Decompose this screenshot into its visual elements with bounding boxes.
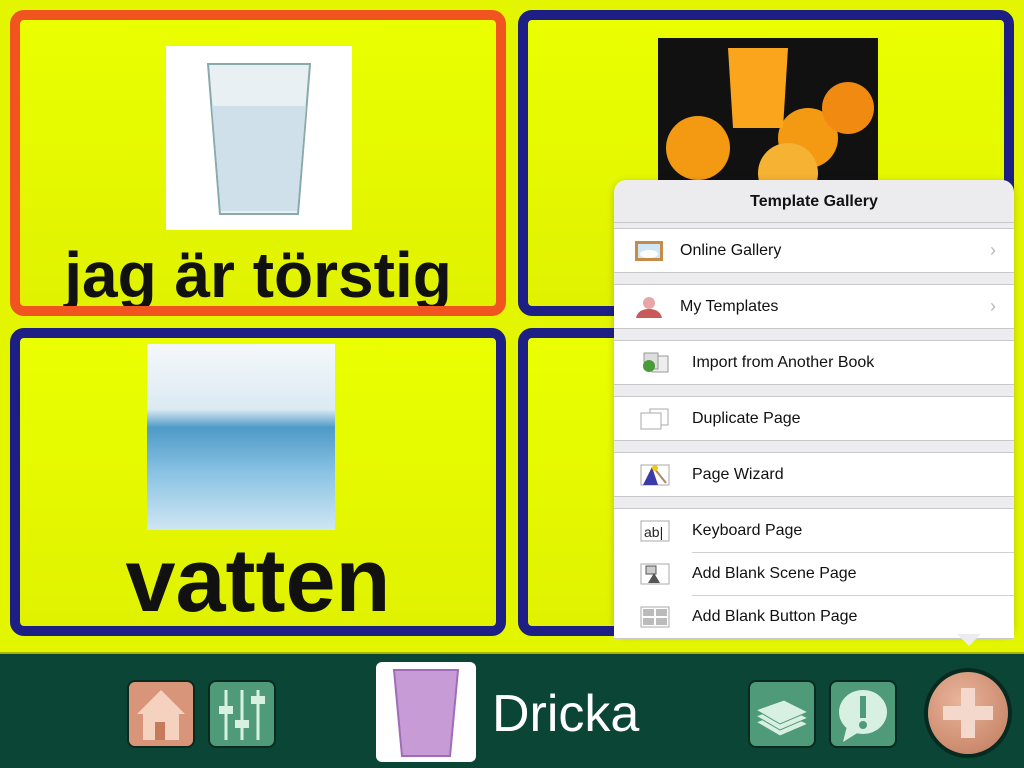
home-button[interactable]: [127, 680, 195, 748]
import-item[interactable]: Import from Another Book: [614, 341, 1014, 384]
item-label: Online Gallery: [680, 241, 782, 259]
cloud-frame-icon: [635, 240, 663, 261]
page-wizard-item[interactable]: Page Wizard: [614, 453, 1014, 496]
alert-button[interactable]: [829, 680, 897, 748]
svg-text:ab|: ab|: [644, 524, 663, 540]
keyboard-ab-icon: ab|: [640, 520, 670, 541]
my-templates-item[interactable]: My Templates ›: [614, 285, 1014, 328]
glass-of-water-image: [166, 46, 352, 230]
popover-arrow: [957, 634, 981, 646]
card-label: jag är törstig: [64, 239, 452, 311]
import-icon: [643, 352, 669, 372]
add-blank-scene-page-item[interactable]: Add Blank Scene Page: [640, 552, 1014, 595]
popover-title: Template Gallery: [614, 180, 1014, 223]
add-button[interactable]: [928, 672, 1008, 754]
item-label: Page Wizard: [692, 465, 784, 483]
duplicate-icon: [640, 408, 669, 429]
wizard-icon: [640, 464, 670, 485]
add-blank-button-page-item[interactable]: Add Blank Button Page: [640, 595, 1014, 638]
person-icon: [636, 296, 662, 318]
template-gallery-popover: Template Gallery Online Gallery › My Tem…: [614, 180, 1014, 646]
plus-icon: [943, 688, 993, 738]
sliders-icon: [219, 690, 265, 740]
home-icon: [137, 690, 185, 740]
card-jag-ar-torstig[interactable]: jag är törstig: [10, 10, 506, 316]
water-splash-image: [147, 344, 335, 530]
item-label: Keyboard Page: [692, 521, 803, 539]
speech-exclamation-icon: [839, 690, 887, 742]
scene-icon: [640, 563, 670, 585]
chevron-right-icon: ›: [990, 240, 996, 260]
chevron-right-icon: ›: [990, 296, 996, 316]
card-label: vatten: [125, 531, 391, 631]
item-label: Add Blank Button Page: [692, 608, 858, 625]
pages-button[interactable]: [748, 680, 816, 748]
item-label: Duplicate Page: [692, 409, 801, 427]
item-label: My Templates: [680, 297, 779, 315]
card-vatten[interactable]: vatten: [10, 328, 506, 636]
page-title: Dricka: [492, 685, 640, 743]
bottom-toolbar: Dricka: [0, 652, 1024, 768]
online-gallery-item[interactable]: Online Gallery ›: [614, 229, 1014, 272]
orange-juice-image: [658, 38, 878, 203]
stacked-pages-icon: [754, 699, 810, 737]
duplicate-page-item[interactable]: Duplicate Page: [614, 397, 1014, 440]
page-image-purple-glass: [376, 662, 476, 762]
keyboard-page-item[interactable]: ab| Keyboard Page: [614, 509, 1014, 552]
settings-button[interactable]: [208, 680, 276, 748]
item-label: Add Blank Scene Page: [692, 565, 857, 582]
item-label: Import from Another Book: [692, 353, 875, 371]
grid-icon: [640, 606, 670, 628]
